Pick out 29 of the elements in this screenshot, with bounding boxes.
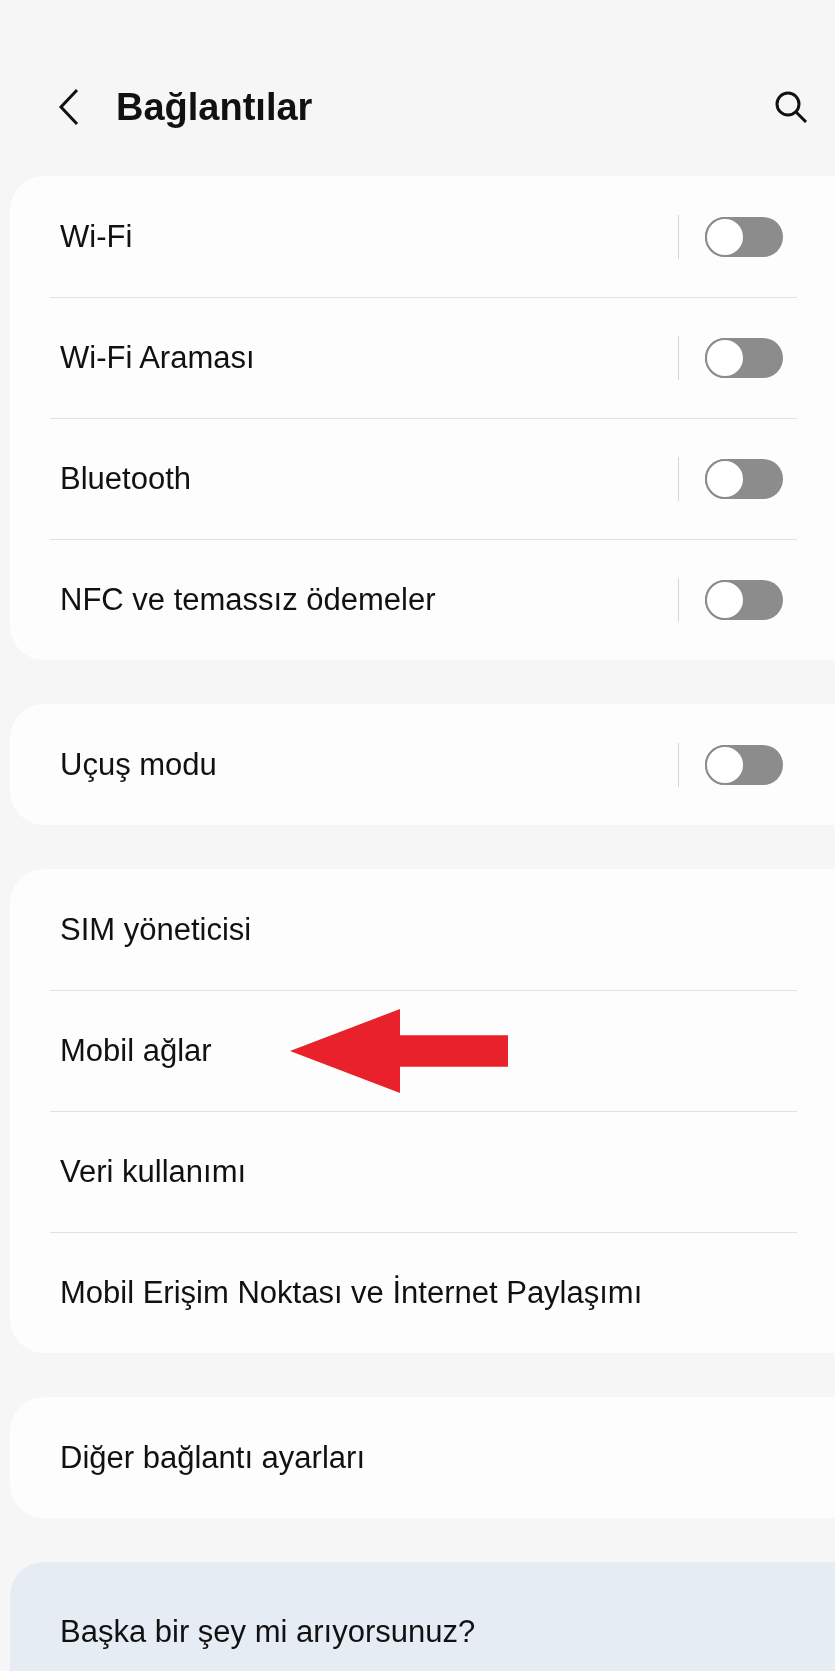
toggle-switch[interactable]	[705, 744, 783, 785]
toggle-switch[interactable]	[705, 579, 783, 620]
toggle-switch[interactable]	[705, 337, 783, 378]
setting-label: SIM yöneticisi	[60, 911, 253, 948]
settings-row[interactable]: Wi-Fi Araması	[10, 297, 835, 418]
settings-row[interactable]: Diğer bağlantı ayarları	[10, 1397, 835, 1518]
settings-row[interactable]: Mobil ağlar	[10, 990, 835, 1111]
settings-row[interactable]: Veri kullanımı	[10, 1111, 835, 1232]
settings-row[interactable]: SIM yöneticisi	[10, 869, 835, 990]
search-icon	[773, 89, 809, 125]
settings-row[interactable]: Wi-Fi	[10, 176, 835, 297]
settings-row[interactable]: Mobil Erişim Noktası ve İnternet Paylaşımı	[10, 1232, 835, 1353]
suggestion-title: Başka bir şey mi arıyorsunuz?	[60, 1614, 476, 1649]
setting-label: Wi-Fi	[60, 218, 134, 255]
page-title: Bağlantılar	[116, 85, 314, 129]
setting-label: Uçuş modu	[60, 746, 218, 783]
toggle-switch[interactable]	[705, 216, 783, 257]
toggle-switch[interactable]	[705, 458, 783, 499]
setting-label: Diğer bağlantı ayarları	[60, 1439, 366, 1476]
settings-row[interactable]: Bluetooth	[10, 418, 835, 539]
setting-label: Mobil Erişim Noktası ve İnternet Paylaşımı	[60, 1274, 644, 1311]
setting-label: Wi-Fi Araması	[60, 339, 256, 376]
back-icon	[58, 88, 80, 126]
setting-label: Bluetooth	[60, 460, 192, 497]
setting-label: Veri kullanımı	[60, 1153, 248, 1190]
setting-label: Mobil ağlar	[60, 1032, 213, 1069]
settings-row[interactable]: Uçuş modu	[10, 704, 835, 825]
setting-label: NFC ve temassız ödemeler	[60, 581, 437, 618]
settings-row[interactable]: NFC ve temassız ödemeler	[10, 539, 835, 660]
